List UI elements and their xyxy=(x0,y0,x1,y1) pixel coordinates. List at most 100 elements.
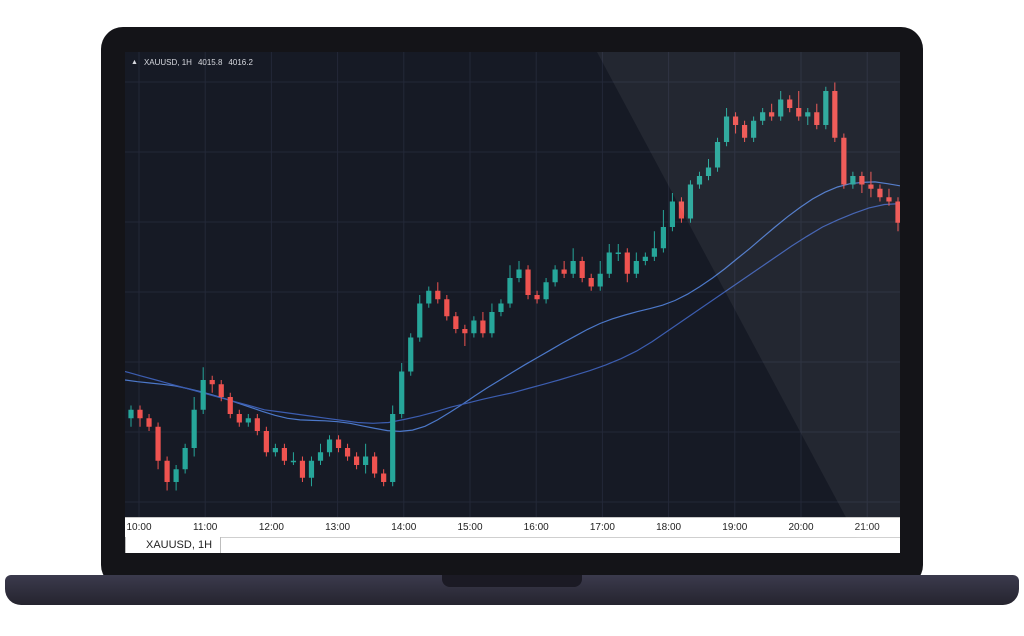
candle-body xyxy=(714,142,721,168)
candle xyxy=(317,443,324,465)
candle xyxy=(516,261,522,283)
candle xyxy=(543,278,549,304)
candle-body xyxy=(498,303,504,312)
candle xyxy=(471,316,477,338)
time-axis xyxy=(125,517,900,538)
time-tick-label: 21:00 xyxy=(854,522,880,533)
candle xyxy=(299,456,306,482)
candle-body xyxy=(742,125,748,138)
candle xyxy=(859,171,865,193)
candle-body xyxy=(372,456,378,474)
time-tick-label: 11:00 xyxy=(193,522,218,533)
candle xyxy=(868,171,874,198)
candle-body xyxy=(606,252,612,274)
candle xyxy=(444,295,450,321)
candle-body xyxy=(390,414,396,482)
candle xyxy=(579,256,585,283)
candle xyxy=(489,303,495,338)
candle xyxy=(426,286,432,308)
candle xyxy=(561,261,567,278)
candle-body xyxy=(326,439,333,453)
chart-area[interactable]: ▲ XAUUSD, 1H 4015.8 4016.2 xyxy=(125,52,900,517)
ma-fast-line xyxy=(125,181,900,433)
candle xyxy=(742,120,748,142)
candle-body xyxy=(444,299,450,317)
candle xyxy=(227,392,233,419)
time-tick-label: 16:00 xyxy=(523,522,549,533)
candle xyxy=(245,414,251,427)
candle-body xyxy=(353,456,360,465)
candle-body xyxy=(480,320,486,334)
candle xyxy=(272,443,278,457)
candle xyxy=(326,435,333,457)
candle xyxy=(705,159,712,181)
candle xyxy=(498,299,504,317)
candle xyxy=(191,397,197,457)
candle-body xyxy=(263,431,269,453)
candle xyxy=(805,108,811,125)
candle xyxy=(281,443,287,465)
candle-body xyxy=(227,397,233,414)
candle-body xyxy=(814,112,820,125)
candle xyxy=(841,133,847,189)
candle-body xyxy=(778,99,784,117)
candle-body xyxy=(561,269,567,274)
candle-body xyxy=(308,460,315,478)
caret-up-icon[interactable]: ▲ xyxy=(131,59,138,66)
candle xyxy=(353,452,360,470)
header-value-2: 4016.2 xyxy=(228,58,253,67)
candle xyxy=(877,184,883,202)
tab-xauusd-1h[interactable]: XAUUSD, 1H xyxy=(125,537,222,553)
candle-body xyxy=(859,176,865,185)
candle-body xyxy=(687,184,694,219)
time-tick-label: 20:00 xyxy=(788,522,814,533)
candle xyxy=(507,265,513,308)
candle xyxy=(290,452,297,465)
candle-body xyxy=(841,137,847,185)
moving-average-layer xyxy=(125,181,900,433)
time-tick-label: 17:00 xyxy=(589,522,615,533)
candle-body xyxy=(453,316,459,329)
candle-body xyxy=(146,418,152,427)
candle xyxy=(480,312,486,338)
candle-body xyxy=(363,456,369,465)
candle xyxy=(678,197,685,223)
candle-body xyxy=(696,176,703,185)
ma-slow-line xyxy=(125,203,900,424)
candle xyxy=(624,248,630,283)
candle-body xyxy=(895,201,900,223)
candle-body xyxy=(769,112,775,117)
candle xyxy=(814,103,820,130)
candle xyxy=(660,210,666,253)
candle xyxy=(525,265,531,300)
candle xyxy=(435,282,441,304)
candle-body xyxy=(543,282,549,300)
candle-body xyxy=(507,278,513,304)
candle-body xyxy=(624,252,630,274)
candle xyxy=(886,188,892,206)
candle-body xyxy=(525,269,531,295)
candle-body xyxy=(877,188,883,198)
candle-body xyxy=(787,99,793,108)
candle xyxy=(335,435,342,453)
candle xyxy=(778,91,784,121)
candle-body xyxy=(281,448,287,461)
candle-body xyxy=(570,261,576,274)
chart-svg xyxy=(125,52,900,517)
candle xyxy=(832,82,838,142)
candle-body xyxy=(381,473,387,482)
candle xyxy=(588,273,594,291)
candle xyxy=(363,443,369,474)
candle xyxy=(381,469,387,487)
candle-body xyxy=(408,337,414,372)
candle-body xyxy=(299,460,306,478)
candle xyxy=(732,112,739,134)
candle xyxy=(633,252,639,278)
time-tick-label: 18:00 xyxy=(656,522,682,533)
candle xyxy=(769,103,775,121)
candle xyxy=(146,414,152,431)
candle xyxy=(714,137,721,172)
candle-body xyxy=(516,269,522,278)
candle-body xyxy=(597,273,603,287)
time-tick-label: 15:00 xyxy=(457,522,483,533)
